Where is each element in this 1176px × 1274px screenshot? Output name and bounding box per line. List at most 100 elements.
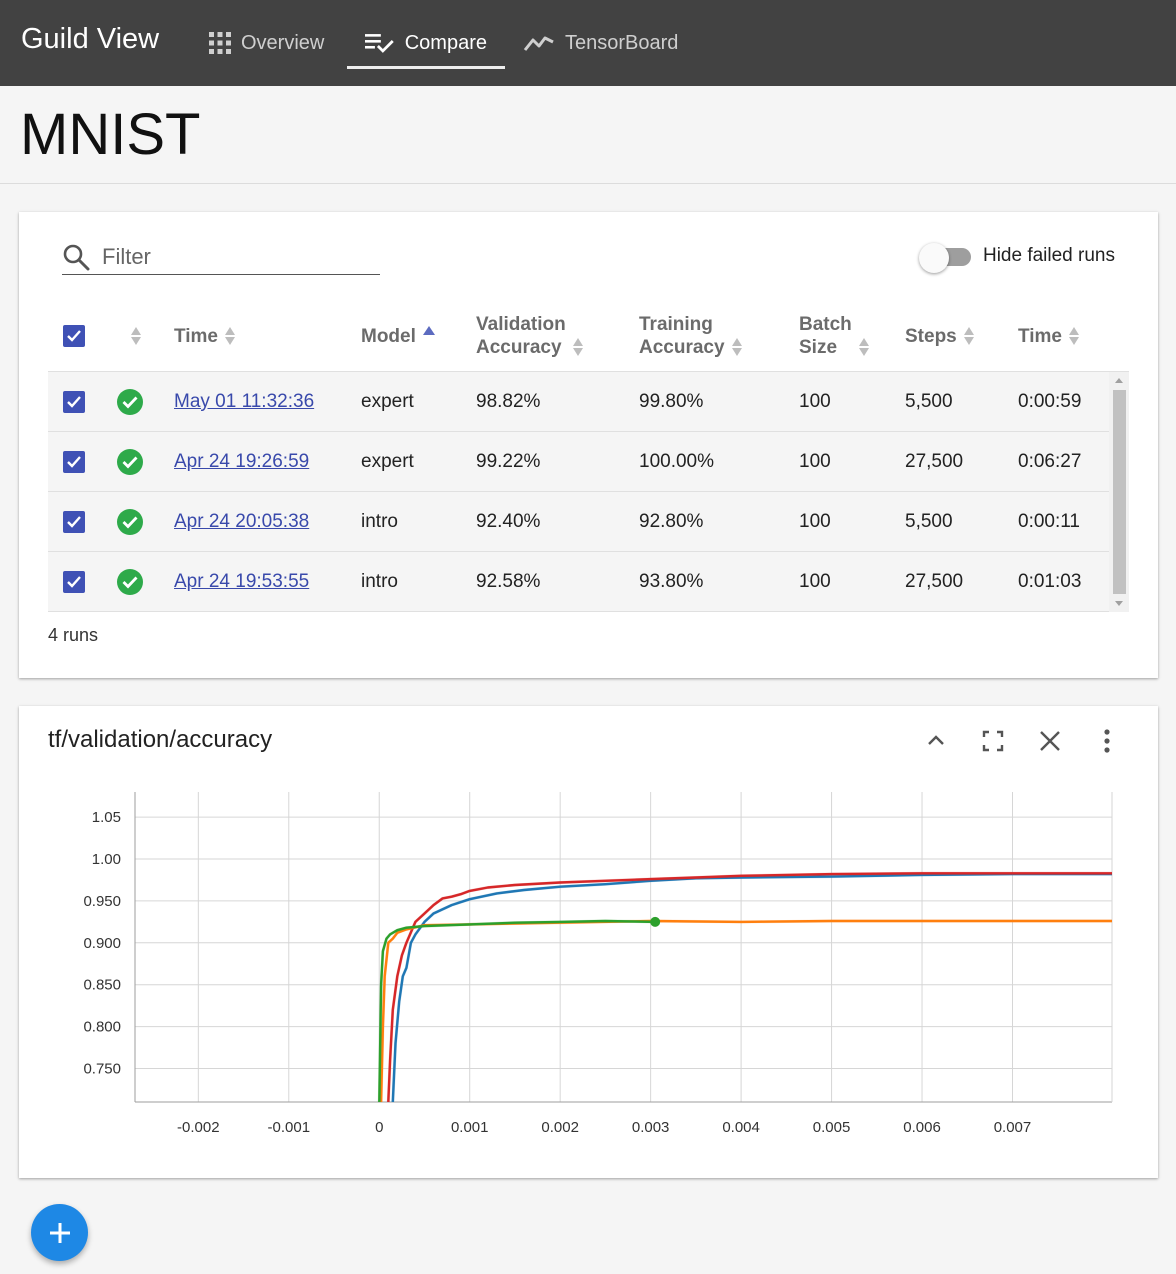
- check-icon: [67, 576, 81, 588]
- run-val-acc: 98.82%: [476, 391, 541, 412]
- status-sort[interactable]: [124, 302, 141, 370]
- run-duration: 0:06:27: [1018, 451, 1082, 472]
- sort-icon: [858, 336, 869, 358]
- x-tick-label: 0.004: [722, 1119, 760, 1136]
- check-icon: [67, 396, 81, 408]
- line-chart-icon: [523, 36, 554, 51]
- run-steps: 5,500: [905, 391, 953, 412]
- header-steps[interactable]: Steps: [905, 302, 974, 370]
- run-time-link[interactable]: Apr 24 20:05:38: [174, 511, 309, 533]
- header-training-accuracy[interactable]: Training Accuracy: [639, 302, 742, 370]
- run-train-acc: 93.80%: [639, 571, 704, 592]
- y-tick-label: 0.750: [83, 1060, 121, 1077]
- y-tick-label: 0.900: [83, 935, 121, 952]
- header-model[interactable]: Model: [361, 302, 435, 370]
- run-val-acc: 92.58%: [476, 571, 541, 592]
- fullscreen-button[interactable]: [978, 726, 1008, 756]
- table-row[interactable]: Apr 24 19:53:55 intro 92.58% 93.80% 100 …: [48, 552, 1109, 612]
- header-validation-accuracy[interactable]: Validation Accuracy: [476, 302, 583, 370]
- tab-compare-label: Compare: [404, 31, 487, 54]
- status-completed-icon: [117, 449, 143, 475]
- run-batch: 100: [799, 571, 831, 592]
- table-row[interactable]: Apr 24 19:26:59 expert 99.22% 100.00% 10…: [48, 432, 1109, 492]
- more-options-button[interactable]: [1092, 726, 1122, 756]
- x-tick-label: 0: [375, 1119, 383, 1136]
- row-checkbox[interactable]: [63, 511, 85, 533]
- table-row[interactable]: May 01 11:32:36 expert 98.82% 99.80% 100…: [48, 372, 1109, 432]
- chart-actions: [921, 726, 1122, 756]
- plus-icon: [49, 1222, 70, 1243]
- y-tick-label: 1.05: [92, 809, 121, 826]
- run-time-link[interactable]: May 01 11:32:36: [174, 391, 314, 413]
- run-model: expert: [361, 451, 414, 472]
- runs-table-body: May 01 11:32:36 expert 98.82% 99.80% 100…: [48, 371, 1129, 612]
- header-duration-label: Time: [1018, 325, 1063, 347]
- series-raw-line: [386, 871, 1112, 1103]
- close-chart-button[interactable]: [1035, 726, 1065, 756]
- series-raw-line: [379, 919, 1112, 1103]
- y-tick-label: 0.950: [83, 893, 121, 910]
- series-line: [391, 872, 1112, 1103]
- run-duration: 0:00:59: [1018, 391, 1082, 412]
- run-time-link[interactable]: Apr 24 19:53:55: [174, 571, 309, 593]
- tab-overview[interactable]: Overview: [191, 0, 342, 86]
- header-time[interactable]: Time: [174, 302, 236, 370]
- row-checkbox[interactable]: [63, 451, 85, 473]
- scroll-down-arrow[interactable]: [1115, 601, 1123, 606]
- scrollbar-thumb[interactable]: [1113, 390, 1126, 594]
- y-tick-label: 0.850: [83, 977, 121, 994]
- row-checkbox[interactable]: [63, 571, 85, 593]
- check-icon: [67, 456, 81, 468]
- filter-input[interactable]: [100, 242, 370, 271]
- sort-icon: [572, 336, 583, 358]
- series-line: [379, 919, 1112, 1103]
- run-train-acc: 92.80%: [639, 511, 704, 532]
- header-batch-line2: Size: [799, 337, 838, 358]
- header-model-label: Model: [361, 325, 416, 347]
- tab-compare[interactable]: Compare: [347, 0, 505, 86]
- header-steps-label: Steps: [905, 325, 957, 347]
- run-duration: 0:00:11: [1018, 511, 1080, 532]
- run-val-acc: 92.40%: [476, 511, 541, 532]
- runs-card: Hide failed runs Time Model ValidationAc…: [19, 212, 1158, 678]
- tab-overview-label: Overview: [241, 31, 325, 54]
- x-tick-label: -0.001: [268, 1119, 311, 1136]
- header-duration[interactable]: Time: [1018, 302, 1080, 370]
- add-button[interactable]: [31, 1204, 88, 1261]
- select-all-box[interactable]: [63, 325, 85, 347]
- compare-check-icon: [365, 34, 394, 53]
- chart-card: -0.002 -0.001 0 0.001 0.002 0.003 0.004 0.005 0.…: [19, 706, 1158, 1178]
- status-completed-icon: [117, 569, 143, 595]
- fullscreen-icon: [982, 730, 1004, 752]
- chart-title: tf/validation/accuracy: [48, 726, 273, 753]
- run-time-link[interactable]: Apr 24 19:26:59: [174, 451, 309, 473]
- collapse-button[interactable]: [921, 726, 951, 756]
- x-tick-label: 0.001: [451, 1119, 489, 1136]
- chevron-up-icon: [928, 735, 944, 745]
- select-all-checkbox[interactable]: [63, 302, 85, 370]
- run-batch: 100: [799, 391, 831, 412]
- search-icon: [63, 244, 90, 270]
- grid-icon: [209, 32, 231, 54]
- run-model: intro: [361, 571, 398, 592]
- run-model: expert: [361, 391, 414, 412]
- header-batch-size[interactable]: Batch Size: [799, 302, 869, 370]
- row-checkbox[interactable]: [63, 391, 85, 413]
- run-batch: 100: [799, 451, 831, 472]
- app-title: Guild View: [21, 23, 160, 55]
- x-tick-label: -0.002: [177, 1119, 220, 1136]
- tab-tensorboard-label: TensorBoard: [565, 31, 679, 54]
- series-raw-line: [391, 872, 1112, 1103]
- hide-failed-toggle[interactable]: [918, 242, 971, 273]
- hide-failed-toggle-group: Hide failed runs: [918, 242, 1115, 273]
- header-train-line1: Training: [639, 314, 713, 335]
- page-header: MNIST: [0, 86, 1176, 184]
- hide-failed-label: Hide failed runs: [982, 245, 1115, 266]
- tab-tensorboard[interactable]: TensorBoard: [505, 0, 696, 86]
- sort-icon: [131, 325, 141, 347]
- filter-field[interactable]: [62, 239, 380, 275]
- scroll-up-arrow[interactable]: [1115, 378, 1123, 383]
- table-row[interactable]: Apr 24 20:05:38 intro 92.40% 92.80% 100 …: [48, 492, 1109, 552]
- table-scrollbar[interactable]: [1109, 372, 1129, 612]
- top-toolbar: Guild View Overview Compare TensorBoard: [0, 0, 1176, 86]
